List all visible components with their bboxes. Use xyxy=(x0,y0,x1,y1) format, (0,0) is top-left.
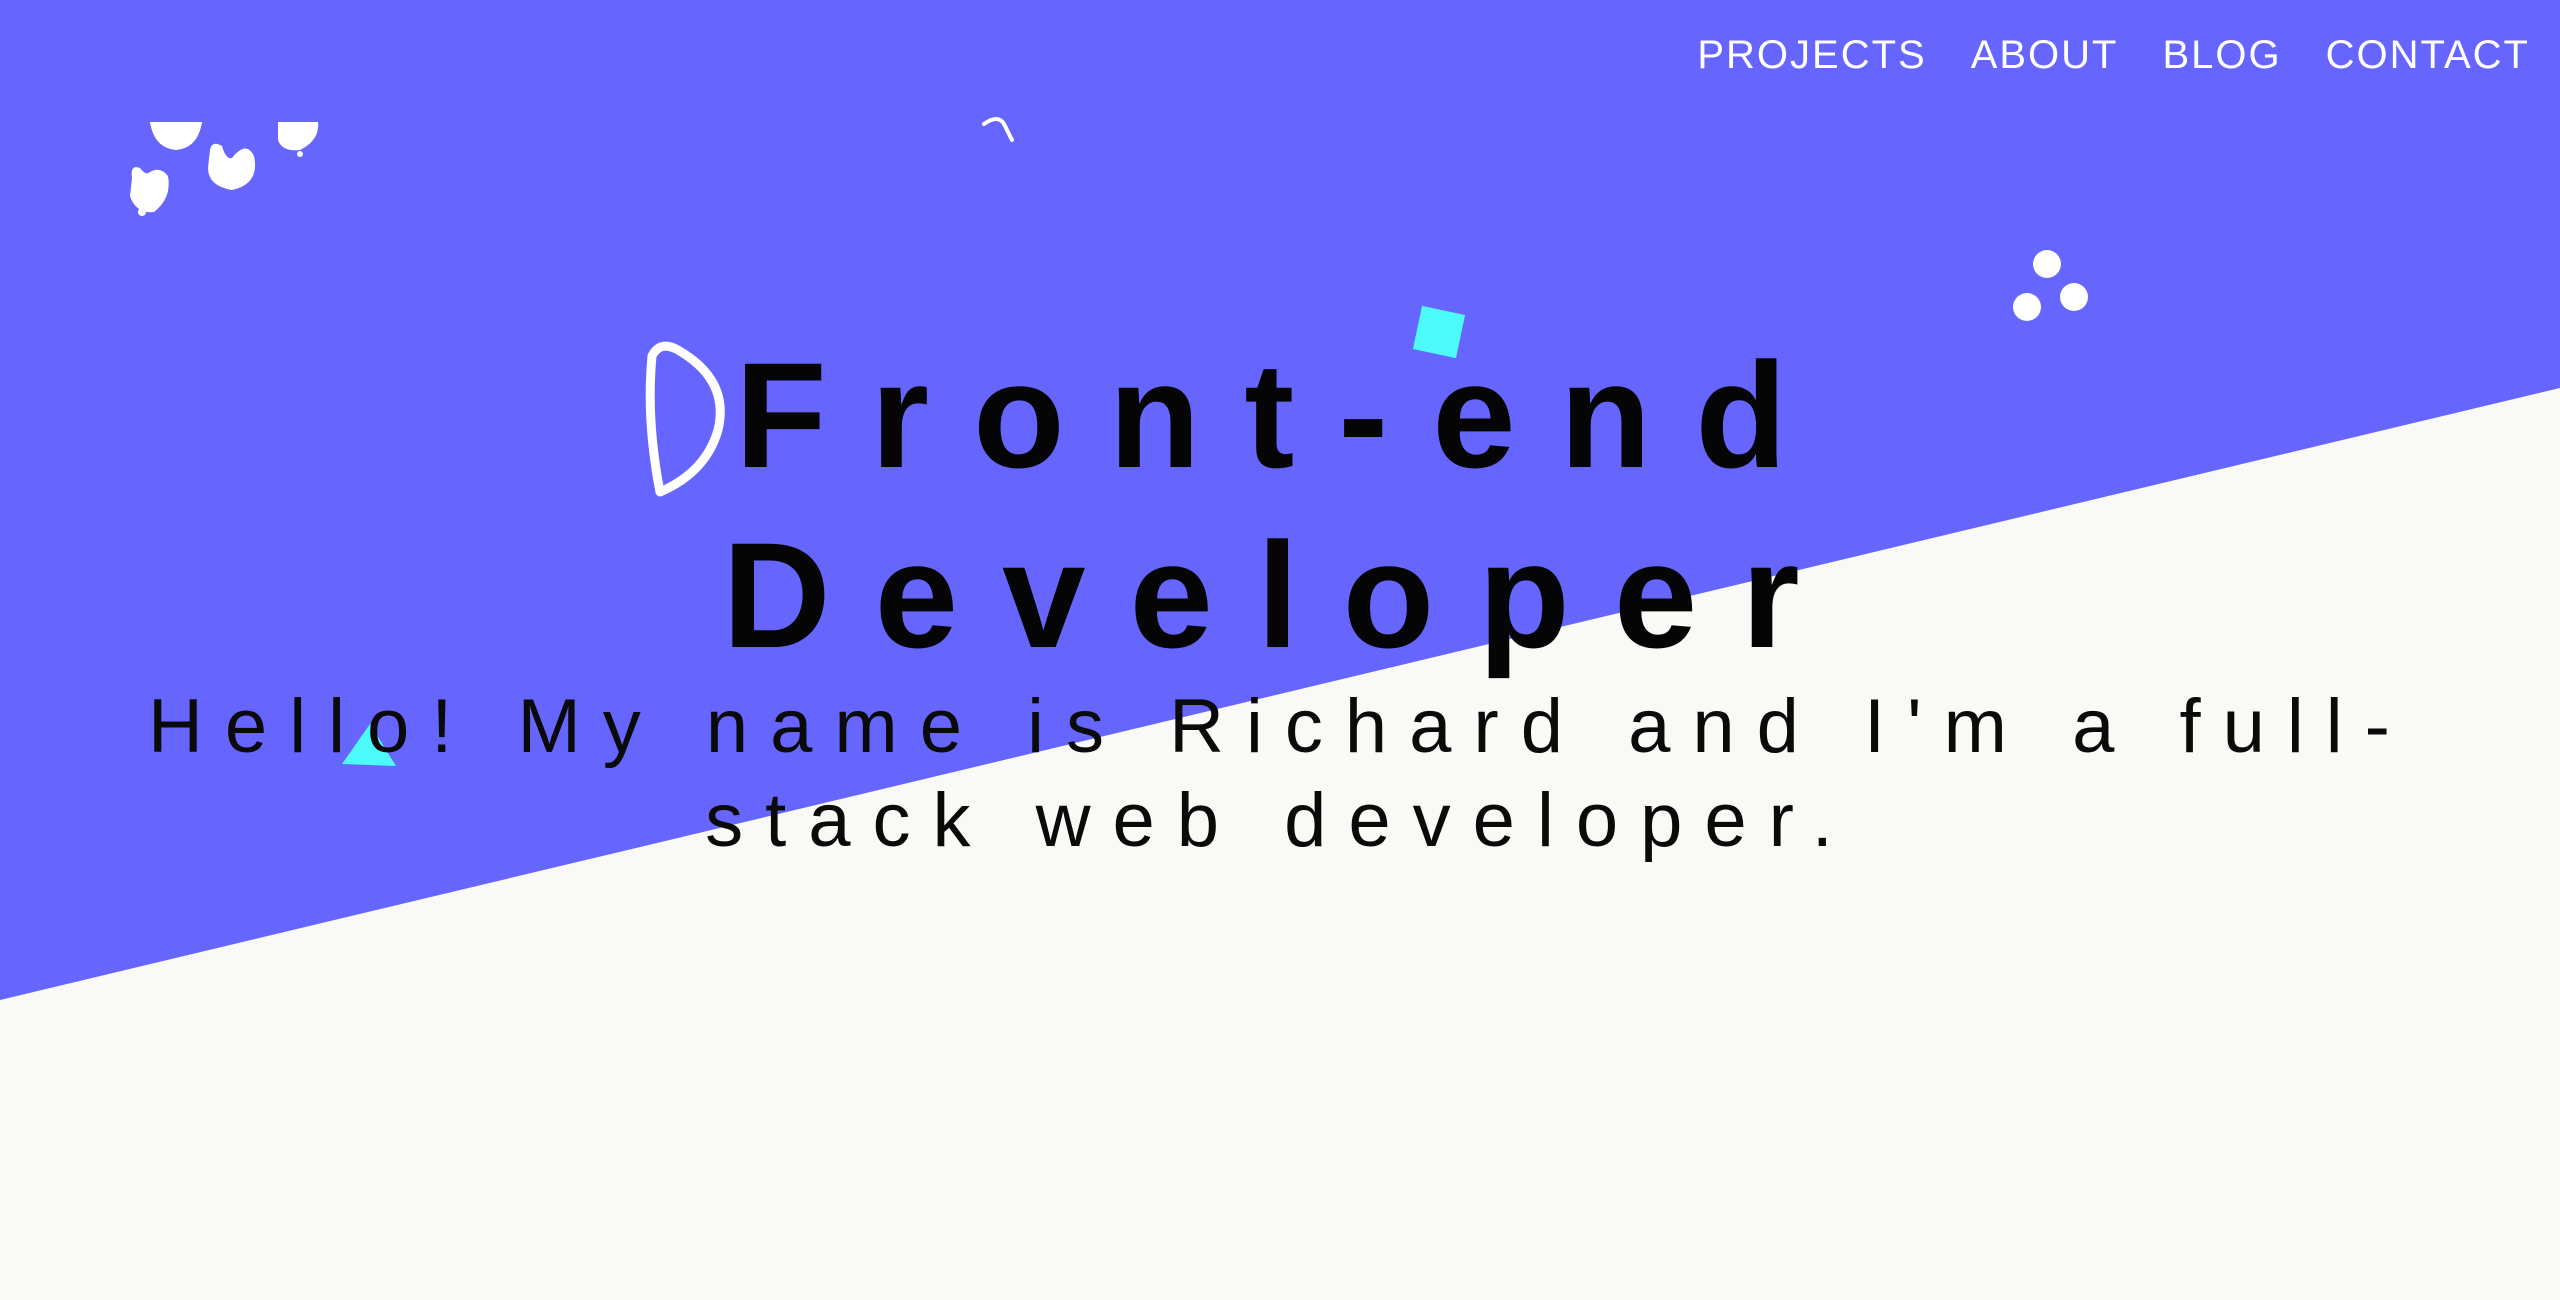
nav-about[interactable]: ABOUT xyxy=(1971,30,2119,80)
nav-projects[interactable]: PROJECTS xyxy=(1697,30,1926,80)
nav-contact[interactable]: CONTACT xyxy=(2326,30,2530,80)
title-line-1: Front-end xyxy=(735,331,1831,499)
nav-blog[interactable]: BLOG xyxy=(2162,30,2281,80)
page-title: Front-end Developer xyxy=(0,325,2560,685)
hero-section: PROJECTS ABOUT BLOG CONTACT Front-end De… xyxy=(0,0,2560,1300)
intro-text: Hello! My name is Richard and I'm a full… xyxy=(148,684,2412,863)
title-line-2: Developer xyxy=(722,511,1844,679)
main-nav: PROJECTS ABOUT BLOG CONTACT xyxy=(1697,30,2530,80)
